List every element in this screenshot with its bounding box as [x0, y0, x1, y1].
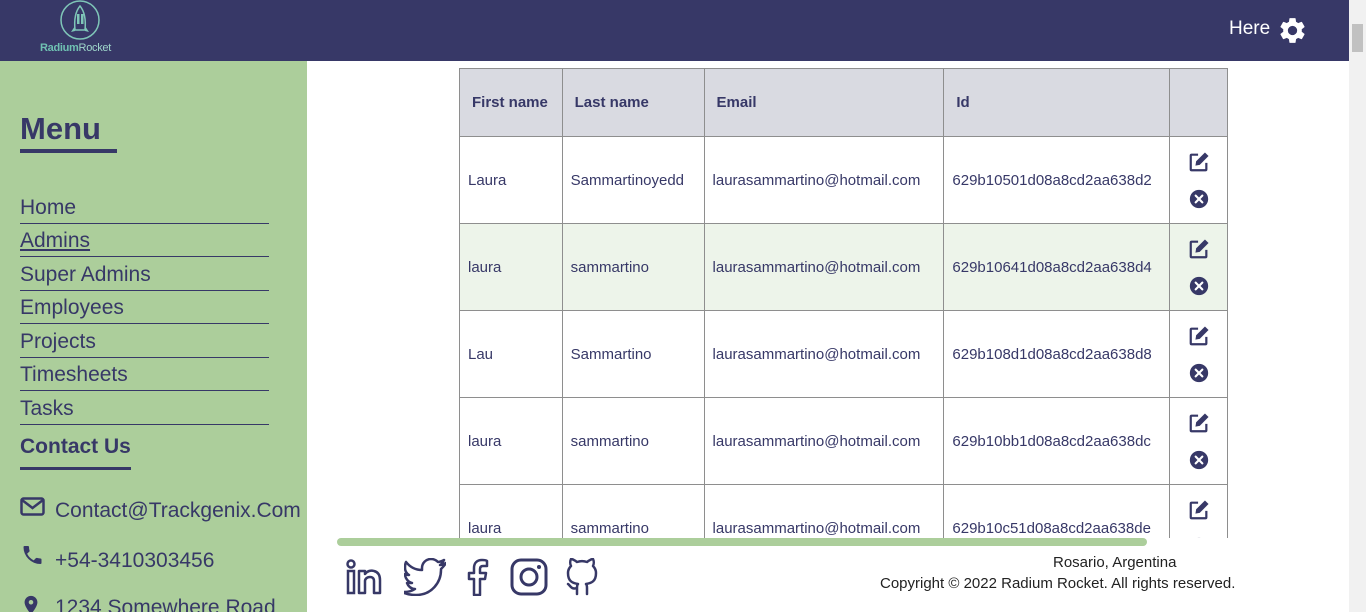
table-row[interactable]: laura sammartino laurasammartino@hotmail… — [459, 223, 1228, 311]
admins-table: First name Last name Email Id Laura Samm… — [459, 68, 1228, 538]
sidebar-item-label: Projects — [20, 330, 96, 353]
column-header-email: Email — [703, 68, 945, 137]
delete-icon[interactable] — [1189, 363, 1209, 383]
column-header-first-name: First name — [459, 68, 563, 137]
sidebar-item-label: Admins — [20, 229, 91, 252]
radium-rocket-logo[interactable]: RadiumRocket — [36, 0, 126, 58]
sidebar-item-employees[interactable]: Employees — [20, 291, 269, 324]
cell-first-name: Laura — [459, 136, 563, 224]
contact-phone-text: +54-3410303456 — [55, 549, 215, 572]
facebook-icon[interactable] — [467, 558, 489, 596]
footer-location: Rosario, Argentina — [1053, 554, 1177, 571]
column-header-id: Id — [943, 68, 1171, 137]
delete-icon[interactable] — [1189, 189, 1209, 209]
contact-title: Contact Us — [20, 435, 131, 458]
sidebar-item-tasks[interactable]: Tasks — [20, 392, 269, 425]
sidebar-item-home[interactable]: Home — [20, 191, 269, 224]
sidebar-item-label: Tasks — [20, 397, 74, 420]
cell-last-name: sammartino — [561, 397, 705, 485]
delete-icon[interactable] — [1189, 537, 1209, 538]
cell-id: 629b10c51d08a8cd2aa638de — [943, 484, 1171, 538]
sidebar-item-label: Timesheets — [20, 363, 128, 386]
menu-title-underline — [20, 149, 117, 153]
envelope-icon — [20, 497, 45, 516]
cell-first-name: laura — [459, 484, 563, 538]
cell-first-name: Lau — [459, 310, 563, 398]
cell-last-name: sammartino — [561, 223, 705, 311]
cell-actions — [1169, 310, 1228, 398]
twitter-icon[interactable] — [404, 558, 446, 596]
github-icon[interactable] — [565, 558, 599, 596]
footer: Rosario, Argentina Copyright © 2022 Radi… — [307, 546, 1349, 612]
table-row[interactable]: Laura Sammartinoyedd laurasammartino@hot… — [459, 136, 1228, 224]
edit-icon[interactable] — [1188, 238, 1210, 260]
contact-address-text: 1234 Somewhere Road — [55, 596, 276, 612]
table-header-row: First name Last name Email Id — [459, 68, 1228, 137]
cell-email: laurasammartino@hotmail.com — [703, 484, 945, 538]
cell-first-name: laura — [459, 223, 563, 311]
cell-email: laurasammartino@hotmail.com — [703, 310, 945, 398]
cell-actions — [1169, 223, 1228, 311]
table-row[interactable]: Lau Sammartino laurasammartino@hotmail.c… — [459, 310, 1228, 398]
cell-email: laurasammartino@hotmail.com — [703, 136, 945, 224]
page-scrollbar[interactable] — [1349, 0, 1366, 612]
admins-table-container[interactable]: First name Last name Email Id Laura Samm… — [459, 68, 1228, 538]
delete-icon[interactable] — [1189, 450, 1209, 470]
logo-text: RadiumRocket — [40, 42, 111, 54]
cell-actions — [1169, 136, 1228, 224]
cell-last-name: Sammartino — [561, 310, 705, 398]
sidebar-item-timesheets[interactable]: Timesheets — [20, 358, 269, 391]
instagram-icon[interactable] — [510, 558, 548, 596]
cell-last-name: sammartino — [561, 484, 705, 538]
phone-icon — [23, 546, 42, 564]
cell-email: laurasammartino@hotmail.com — [703, 397, 945, 485]
location-pin-icon — [24, 595, 38, 612]
user-label[interactable]: Here — [1229, 18, 1270, 40]
linkedin-icon[interactable] — [345, 558, 383, 596]
cell-email: laurasammartino@hotmail.com — [703, 223, 945, 311]
sidebar-item-super-admins[interactable]: Super Admins — [20, 258, 269, 291]
rocket-logo-icon — [60, 0, 100, 40]
cell-id: 629b10501d08a8cd2aa638d2 — [943, 136, 1171, 224]
column-header-actions — [1169, 68, 1228, 137]
footer-divider-bar — [337, 538, 1147, 546]
menu-title: Menu — [20, 111, 101, 146]
sidebar-item-label: Super Admins — [20, 263, 151, 286]
sidebar-item-label: Employees — [20, 296, 124, 319]
edit-icon[interactable] — [1188, 412, 1210, 434]
delete-icon[interactable] — [1189, 276, 1209, 296]
edit-icon[interactable] — [1188, 325, 1210, 347]
top-header: RadiumRocket Here — [0, 0, 1349, 61]
cell-id: 629b10bb1d08a8cd2aa638dc — [943, 397, 1171, 485]
sidebar: Menu Home Admins Super Admins Employees … — [0, 61, 307, 612]
column-header-last-name: Last name — [561, 68, 705, 137]
sidebar-item-label: Home — [20, 196, 77, 219]
edit-icon[interactable] — [1188, 499, 1210, 521]
gear-icon[interactable] — [1277, 15, 1308, 46]
contact-email-text: Contact@Trackgenix.Com — [55, 499, 301, 522]
cell-last-name: Sammartinoyedd — [561, 136, 705, 224]
cell-actions — [1169, 397, 1228, 485]
cell-actions — [1169, 484, 1228, 538]
cell-id: 629b10641d08a8cd2aa638d4 — [943, 223, 1171, 311]
cell-id: 629b108d1d08a8cd2aa638d8 — [943, 310, 1171, 398]
cell-first-name: laura — [459, 397, 563, 485]
table-row[interactable]: laura sammartino laurasammartino@hotmail… — [459, 397, 1228, 485]
table-row[interactable]: laura sammartino laurasammartino@hotmail… — [459, 484, 1228, 538]
contact-title-underline — [20, 467, 131, 470]
footer-copyright: Copyright © 2022 Radium Rocket. All righ… — [880, 575, 1236, 592]
edit-icon[interactable] — [1188, 151, 1210, 173]
sidebar-item-admins[interactable]: Admins — [20, 224, 269, 257]
sidebar-item-projects[interactable]: Projects — [20, 325, 269, 358]
page-scrollbar-thumb[interactable] — [1352, 24, 1363, 52]
